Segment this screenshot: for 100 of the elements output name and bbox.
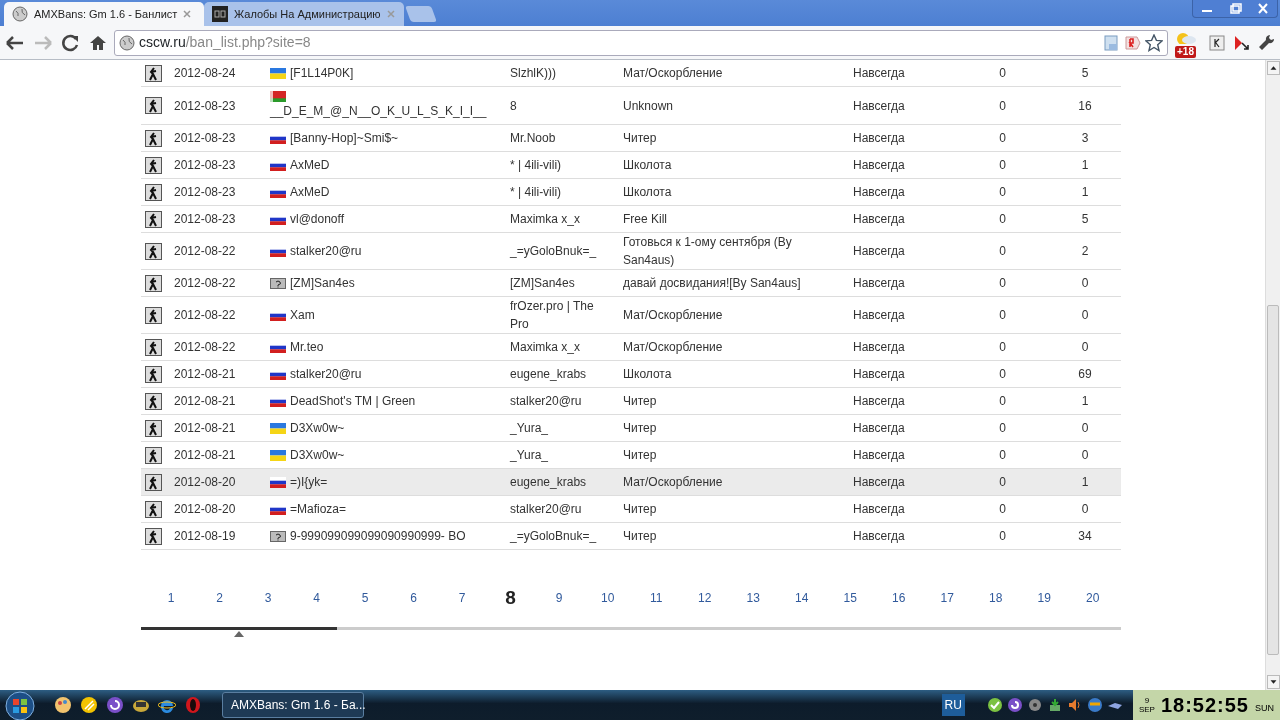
date-cell-text: 2012-08-19 [173, 528, 237, 545]
player-name[interactable]: D3Xw0w~ [290, 446, 345, 464]
weather-button[interactable]: +18 [1174, 29, 1202, 56]
scroll-down-button[interactable] [1267, 675, 1280, 689]
game-icon [145, 419, 162, 437]
player-name[interactable]: stalker20@ru [290, 242, 362, 260]
player-name[interactable]: Xam [290, 306, 315, 324]
page-link[interactable]: 5 [353, 589, 378, 608]
length-cell-text: Навсегда [852, 307, 906, 324]
address-bar[interactable]: cscw.ru/ban_list.php?site=8 [114, 29, 1168, 56]
length-cell-text: Навсегда [852, 393, 906, 410]
player-name[interactable]: [ZM]San4es [290, 274, 355, 292]
count-cell-text: 0 [998, 366, 1007, 383]
date-cell-text: 2012-08-23 [173, 184, 237, 201]
player-name[interactable]: __D_E_M_@_N__O_K_U_L_S_K_I_I__ [270, 104, 487, 118]
language-indicator[interactable]: RU [941, 694, 965, 716]
player-name[interactable]: [F1L14P0K] [290, 64, 354, 82]
url-text: cscw.ru/ban_list.php?site=8 [139, 33, 311, 52]
player-name[interactable]: [Banny-Hop]~Smi$~ [290, 129, 399, 147]
game-icon [145, 527, 162, 545]
swirl-icon[interactable] [1006, 697, 1023, 713]
page-link[interactable]: 11 [644, 589, 669, 608]
page-link[interactable]: 14 [789, 589, 814, 608]
length-cell-text: Навсегда [852, 211, 906, 228]
date-cell-text: 2012-08-23 [173, 157, 237, 174]
clock-day: 9 [1138, 696, 1155, 705]
globe-icon[interactable] [1086, 697, 1103, 713]
check-icon[interactable] [986, 697, 1003, 713]
unknown-flag-icon [270, 530, 286, 542]
scroll-up-button[interactable] [1267, 61, 1280, 75]
page-link[interactable]: 6 [401, 589, 426, 608]
player-name[interactable]: AxMeD [290, 156, 330, 174]
close-icon[interactable] [183, 10, 192, 18]
date-cell-text: 2012-08-23 [173, 97, 237, 115]
star-icon[interactable] [1145, 33, 1163, 52]
game-icon [145, 129, 162, 147]
player-name[interactable]: vl@donoff [290, 210, 344, 228]
count-cell-text: 2 [1080, 243, 1090, 260]
temperature-badge: +18 [1175, 45, 1196, 58]
page-link[interactable]: 1 [159, 589, 183, 608]
tab-title: AMXBans: Gm 1.6 - Банлист [34, 6, 178, 22]
browser-tab[interactable]: Жалобы На Администрацию [204, 2, 404, 26]
browser-tab[interactable]: AMXBans: Gm 1.6 - Банлист [4, 2, 204, 26]
length-cell-text: Навсегда [852, 528, 906, 545]
count-cell-text: 0 [998, 501, 1007, 518]
taskbar-button[interactable]: AMXBans: Gm 1.6 - Ба... [222, 692, 364, 718]
reason-cell-text: Читер [622, 447, 658, 464]
volume-icon[interactable] [1066, 697, 1083, 713]
player-name[interactable]: D3Xw0w~ [290, 419, 345, 437]
page-link[interactable]: 3 [256, 589, 281, 608]
player-name[interactable]: stalker20@ru [290, 365, 362, 383]
admin-cell-text: frOzer.pro | The Pro [509, 298, 595, 333]
player-name[interactable]: =)I{yk= [290, 473, 328, 491]
date-cell-text: 2012-08-22 [173, 339, 237, 356]
length-cell-text: Навсегда [852, 474, 906, 491]
player-name[interactable]: DeadShot's TM | Green [290, 392, 416, 410]
page-link[interactable]: 15 [838, 589, 863, 608]
length-cell-text: Навсегда [852, 339, 906, 356]
page-link[interactable]: 13 [741, 589, 766, 608]
opera-o-icon[interactable] [184, 696, 202, 714]
reason-cell-text: Готовься к 1-ому сентября (By San4aus) [622, 234, 793, 269]
page-link[interactable]: 17 [935, 589, 960, 608]
page-link[interactable]: 8 [498, 584, 523, 613]
palette-icon[interactable] [54, 696, 72, 714]
page-link[interactable]: 16 [886, 589, 911, 608]
player-name[interactable]: 9-999099099099090990999- BO [290, 527, 466, 545]
page-link[interactable]: 10 [595, 589, 620, 608]
highlighted-row[interactable]: 2012-08-20 =)I{yk= eugene_krabs Мат/Оскорбление Навсегда 0 1 [141, 469, 1121, 496]
admin-cell-text: eugene_krabs [509, 366, 588, 383]
admin-cell-text: _=yGoloBnuk=_ [509, 243, 598, 260]
bookmark-tag-icon[interactable] [1125, 34, 1141, 51]
page-link[interactable]: 12 [692, 589, 717, 608]
game-icon [145, 274, 162, 292]
shield-arrow-icon[interactable] [1232, 33, 1250, 52]
count-cell-text: 0 [998, 184, 1007, 201]
admin-cell-text: _Yura_ [509, 420, 550, 437]
page-link[interactable]: 9 [547, 589, 572, 608]
page-link[interactable]: 2 [207, 589, 232, 608]
flag-icon [270, 91, 286, 102]
page-link[interactable]: 4 [304, 589, 329, 608]
player-name[interactable]: Mr.teo [290, 338, 324, 356]
ball-icon[interactable] [80, 696, 98, 714]
page-link[interactable]: 20 [1080, 589, 1105, 608]
disc-icon[interactable] [1026, 697, 1043, 713]
count-cell-text: 0 [998, 307, 1007, 324]
page-link[interactable]: 19 [1032, 589, 1057, 608]
admin-cell-text: Maximka x_x [509, 211, 581, 228]
swirl-icon[interactable] [106, 696, 124, 714]
player-name[interactable]: =Mafioza= [290, 500, 347, 518]
key-icon[interactable] [1208, 33, 1226, 52]
date-cell-text: 2012-08-21 [173, 420, 237, 437]
game-icon [145, 183, 162, 201]
count-cell-text: 0 [1080, 420, 1090, 437]
player-name[interactable]: AxMeD [290, 183, 330, 201]
page-link[interactable]: 7 [450, 589, 475, 608]
reason-cell-text: Unknown [622, 97, 675, 115]
count-cell-text: 0 [998, 97, 1007, 115]
admin-cell-text: _=yGoloBnuk=_ [509, 528, 598, 545]
reason-cell-text: Читер [622, 393, 658, 410]
page-link[interactable]: 18 [983, 589, 1008, 608]
